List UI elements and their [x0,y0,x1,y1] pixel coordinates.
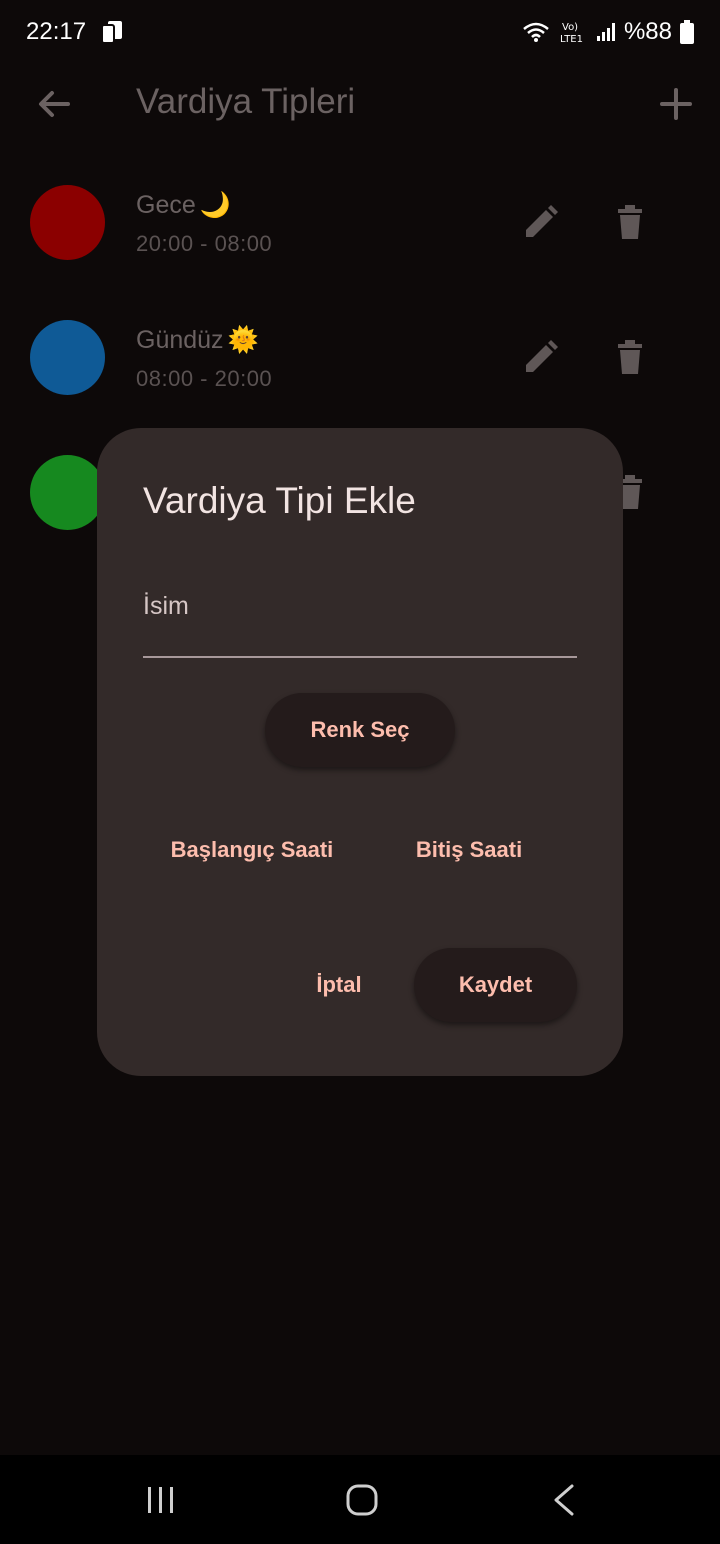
cancel-button[interactable]: İptal [297,959,381,1011]
pick-color-button[interactable]: Renk Seç [265,693,455,767]
app-bar: Vardiya Tipleri [0,66,720,142]
system-nav-bar [0,1455,720,1544]
trash-icon[interactable] [610,338,650,378]
pencil-icon[interactable] [520,338,560,378]
shift-name: Gece 🌙 [136,191,231,219]
name-field-label: İsim [143,592,189,620]
wifi-icon [523,22,549,42]
arrow-left-icon[interactable] [34,84,74,124]
plus-icon[interactable] [656,84,696,124]
battery-percent: %88 [623,18,672,45]
status-bar: 22:17 Vo) LTE1 %88 [0,0,720,66]
save-button[interactable]: Kaydet [414,948,577,1022]
pencil-icon[interactable] [520,203,560,243]
shift-name: Gündüz 🌞 [136,326,259,354]
battery-icon [680,20,694,44]
list-item[interactable]: Gece 🌙 20:00 - 08:00 [0,185,720,295]
device-sync-icon [101,21,122,44]
shift-hours: 08:00 - 20:00 [136,366,273,391]
shift-color-dot [30,455,105,530]
recent-apps-icon[interactable] [144,1485,178,1515]
list-item[interactable]: Gündüz 🌞 08:00 - 20:00 [0,320,720,430]
trash-icon[interactable] [610,203,650,243]
dialog-title: Vardiya Tipi Ekle [143,480,416,521]
status-icons: Vo) LTE1 %88 [522,18,694,46]
svg-text:Vo): Vo) [562,22,578,33]
shift-color-dot [30,185,105,260]
signal-icon [596,23,615,41]
svg-text:LTE1: LTE1 [560,34,583,44]
moon-icon: 🌙 [199,191,231,219]
home-icon[interactable] [345,1483,379,1517]
volte-icon: Vo) LTE1 [560,22,583,44]
shift-color-dot [30,320,105,395]
sun-icon: 🌞 [227,326,259,354]
end-time-button[interactable]: Bitiş Saati [397,824,541,876]
status-time: 22:17 [26,18,87,45]
name-field[interactable]: İsim [143,578,577,658]
add-shift-type-dialog: Vardiya Tipi Ekle İsim Renk Seç Başlangı… [97,428,623,1076]
page-title: Vardiya Tipleri [136,82,356,121]
start-time-button[interactable]: Başlangıç Saati [157,824,347,876]
chevron-left-icon[interactable] [550,1483,578,1517]
shift-hours: 20:00 - 08:00 [136,231,273,256]
